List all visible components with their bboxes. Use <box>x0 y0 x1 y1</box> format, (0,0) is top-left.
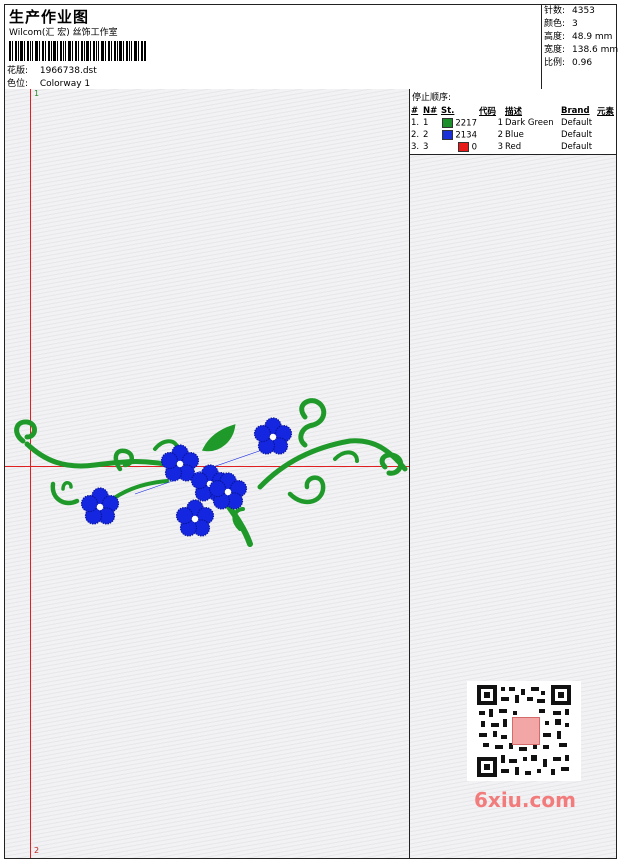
col-code: 代码 <box>479 106 497 117</box>
design-value: 1966738.dst <box>39 66 97 76</box>
company-name: Wilcom(汇 宏) 丝饰工作室 <box>9 28 118 38</box>
stop-sequence-title: 停止顺序: <box>412 93 452 103</box>
stop-sequence-table: # N# St. 代码 描述 Brand 元素 1. 1 2217 1 Dark… <box>410 104 616 153</box>
qr-code <box>467 681 581 781</box>
embroidery-design <box>14 398 408 547</box>
stop-sequence-box: 停止顺序: # N# St. 代码 描述 Brand 元素 1. 1 2217 … <box>410 89 616 155</box>
colorway-label: 色位: <box>7 79 29 89</box>
color-swatch <box>457 141 469 152</box>
header: 生产作业图 Wilcom(汇 宏) 丝饰工作室 花版: 1966738.dst … <box>5 5 619 90</box>
stat-stitches: 针数: 4353 <box>544 6 595 16</box>
col-description: 描述 <box>505 106 523 117</box>
colorway: 色位: Colorway 1 <box>7 76 90 89</box>
table-header: # N# St. 代码 描述 Brand 元素 <box>410 104 616 117</box>
table-row[interactable]: 2. 2 2134 2 Blue Default <box>410 129 616 141</box>
barcode <box>9 41 146 61</box>
design-file: 花版: 1966738.dst <box>7 63 97 76</box>
col-stitches: St. <box>441 105 455 116</box>
stat-width: 宽度: 138.6 mm <box>544 45 619 55</box>
design-label: 花版: <box>7 66 29 76</box>
col-element: 元素 <box>597 106 615 117</box>
design-canvas[interactable]: 1 2 <box>5 89 410 858</box>
stat-height: 高度: 48.9 mm <box>544 32 613 42</box>
stat-scale: 比例: 0.96 <box>544 58 593 68</box>
col-index: # <box>411 105 419 116</box>
watermark-brand: 6xiu.com <box>474 788 576 812</box>
stat-colors: 颜色: 3 <box>544 19 578 29</box>
color-swatch <box>441 117 453 128</box>
page-title: 生产作业图 <box>9 8 90 26</box>
color-swatch <box>441 129 453 140</box>
table-row[interactable]: 3. 3 0 3 Red Default <box>410 141 616 153</box>
design-stats: 针数: 4353 颜色: 3 高度: 48.9 mm 宽度: 138.6 mm 比例: 0… <box>541 5 619 89</box>
table-row[interactable]: 1. 1 2217 1 Dark Green Default <box>410 117 616 129</box>
seal-stamp <box>512 717 540 745</box>
col-brand: Brand <box>561 105 590 116</box>
blue-flowers <box>80 417 293 537</box>
colorway-value: Colorway 1 <box>39 79 91 89</box>
col-needle: N# <box>423 105 438 116</box>
